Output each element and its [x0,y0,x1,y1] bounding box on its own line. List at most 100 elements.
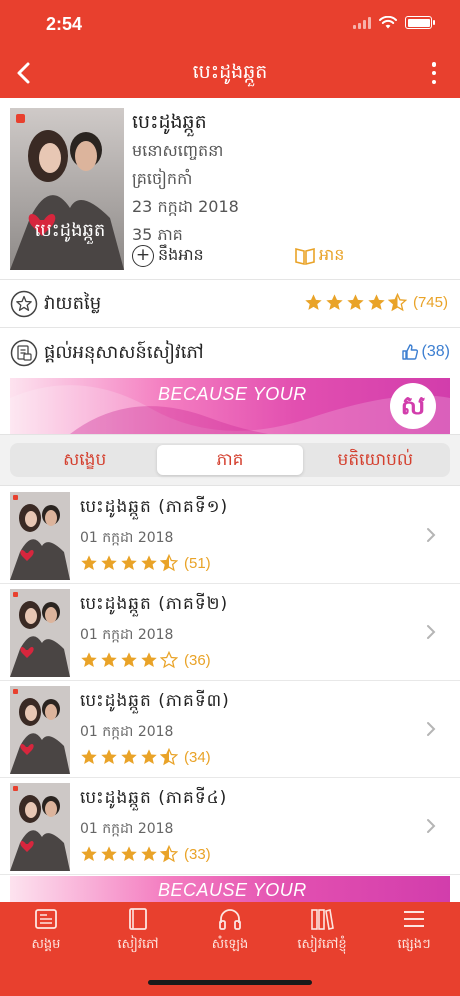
recommend-row[interactable]: ផ្តល់អនុសាសន៍សៀវភៅ (38) [0,328,460,378]
episode-rating-count: (51) [184,554,211,572]
thumbs-up-icon [401,344,418,360]
tab-books[interactable]: សៀវភៅ [92,902,184,955]
episode-date: 01 កក្កដា 2018 [80,724,174,740]
status-icons [353,16,435,29]
episode-cover [10,492,70,580]
segment-comments[interactable]: មតិយោបល់ [303,445,448,475]
book-author[interactable]: មនោសញ្ចេតនា [132,140,442,168]
like-button[interactable]: (38) [401,343,450,361]
rate-star-icon [10,290,38,318]
page-title: បេះដូងឆ្កួត [192,61,268,83]
chevron-right-icon [427,722,436,736]
episode-stars: (36) [80,651,211,669]
news-icon [35,909,57,929]
more-options-icon[interactable] [430,62,438,84]
episode-row[interactable]: បេះដូងឆ្កួត (ភាគទី២) 01 កក្កដា 2018 (36) [0,585,460,681]
star-half-icon [160,554,178,572]
tab-my-books-label: សៀវភៅខ្ញុំ [297,937,347,952]
star-full-icon [101,846,117,862]
book-actions: + នឹងអាន អាន [132,244,442,270]
episode-row[interactable]: បេះដូងឆ្កួត (ភាគទី៣) 01 កក្កដា 2018 (34) [0,682,460,778]
star-full-icon [121,652,137,668]
book-icon [129,908,147,930]
episode-cover [10,589,70,677]
book-header: បេះដូងឆ្កួត បេះដូងឆ្កួត មនោសញ្ចេតនា គ្រច… [0,98,460,280]
star-full-icon [141,749,157,765]
book-cover[interactable]: បេះដូងឆ្កួត [10,108,124,270]
library-icon [311,909,334,930]
star-empty-icon [160,651,178,669]
battery-icon [405,16,435,29]
episode-date: 01 កក្កដា 2018 [80,627,174,643]
star-full-icon [121,749,137,765]
episode-title: បេះដូងឆ្កួត (ភាគទី១) [80,497,229,517]
episode-title: បេះដូងឆ្កួត (ភាគទី៣) [80,691,230,711]
episode-stars: (33) [80,845,211,863]
episode-stars: (51) [80,554,211,572]
nav-bar: បេះដូងឆ្កួត [0,48,460,98]
episode-rating-count: (33) [184,845,211,863]
tab-my-books[interactable]: សៀវភៅខ្ញុំ [276,902,368,955]
segment-episodes[interactable]: ភាគ [157,445,303,475]
episode-cover [10,783,70,871]
book-info: បេះដូងឆ្កួត មនោសញ្ចេតនា គ្រចៀកកាំ 23 កក្… [132,110,442,252]
star-half-icon [387,293,407,312]
star-full-icon [121,846,137,862]
tab-books-label: សៀវភៅ [117,937,159,952]
add-label: នឹងអាន [158,245,204,264]
star-full-icon [141,846,157,862]
episode-date: 01 កក្កដា 2018 [80,821,174,837]
segment-summary[interactable]: សង្ខេប [12,445,157,475]
banner-logo: ស [390,383,436,429]
star-full-icon [326,294,343,310]
open-book-icon [295,247,315,266]
segment-control-bar: សង្ខេប ភាគ មតិយោបល់ [0,434,460,486]
star-full-icon [141,555,157,571]
episode-title: បេះដូងឆ្កួត (ភាគទី២) [80,594,229,614]
tab-more-label: ផ្សេងៗ [397,937,431,952]
rating-label: វាយតម្លៃ [44,293,102,314]
headphones-icon [219,909,241,930]
tab-audio-label: សំឡេង [211,937,249,952]
tab-audio[interactable]: សំឡេង [184,902,276,955]
read-label: អាន [319,245,345,264]
star-full-icon [101,652,117,668]
episode-rating-count: (34) [184,748,211,766]
star-full-icon [81,749,97,765]
star-full-icon [81,846,97,862]
star-full-icon [368,294,385,310]
recommend-label: ផ្តល់អនុសាសន៍សៀវភៅ [44,342,204,363]
promo-banner[interactable]: BECAUSE YOUR ស [10,378,450,434]
rating-count: (745) [412,294,448,311]
read-button[interactable]: អាន [294,244,344,268]
add-to-reading-list-button[interactable]: + នឹងអាន [132,244,204,268]
episode-title: បេះដូងឆ្កួត (ភាគទី៤) [80,788,228,808]
home-indicator [148,980,312,985]
episode-row[interactable]: បេះដូងឆ្កួត (ភាគទី១) 01 កក្កដា 2018 (51) [0,488,460,584]
signal-icon [353,16,371,29]
book-date: 23 កក្កដា 2018 [132,197,239,216]
like-count: (38) [421,343,450,360]
cover-title: បេះដូងឆ្កួត [35,220,106,244]
star-full-icon [81,652,97,668]
tab-more[interactable]: ផ្សេងៗ [368,902,460,955]
chevron-right-icon [427,819,436,833]
book-title: បេះដូងឆ្កួត [132,111,207,133]
rating-row[interactable]: វាយតម្លៃ (745) [0,280,460,328]
episode-row[interactable]: បេះដូងឆ្កួត (ភាគទី៤) 01 កក្កដា 2018 (33) [0,779,460,875]
chevron-right-icon [427,625,436,639]
episode-stars: (34) [80,748,211,766]
tab-social-label: សង្គម [31,937,61,952]
plus-icon: + [132,245,154,267]
rating-stars: (745) [304,293,448,312]
star-full-icon [81,555,97,571]
star-full-icon [347,294,364,310]
episode-rating-count: (36) [184,651,211,669]
status-bar: 2:54 [0,0,460,48]
episode-date: 01 កក្កដា 2018 [80,530,174,546]
tab-social[interactable]: សង្គម [0,902,92,955]
segment-control: សង្ខេប ភាគ មតិយោបល់ [10,443,450,477]
book-publisher[interactable]: គ្រចៀកកាំ [132,168,442,196]
banner-bottom-text: BECAUSE YOUR [158,880,307,900]
chevron-right-icon [427,528,436,542]
